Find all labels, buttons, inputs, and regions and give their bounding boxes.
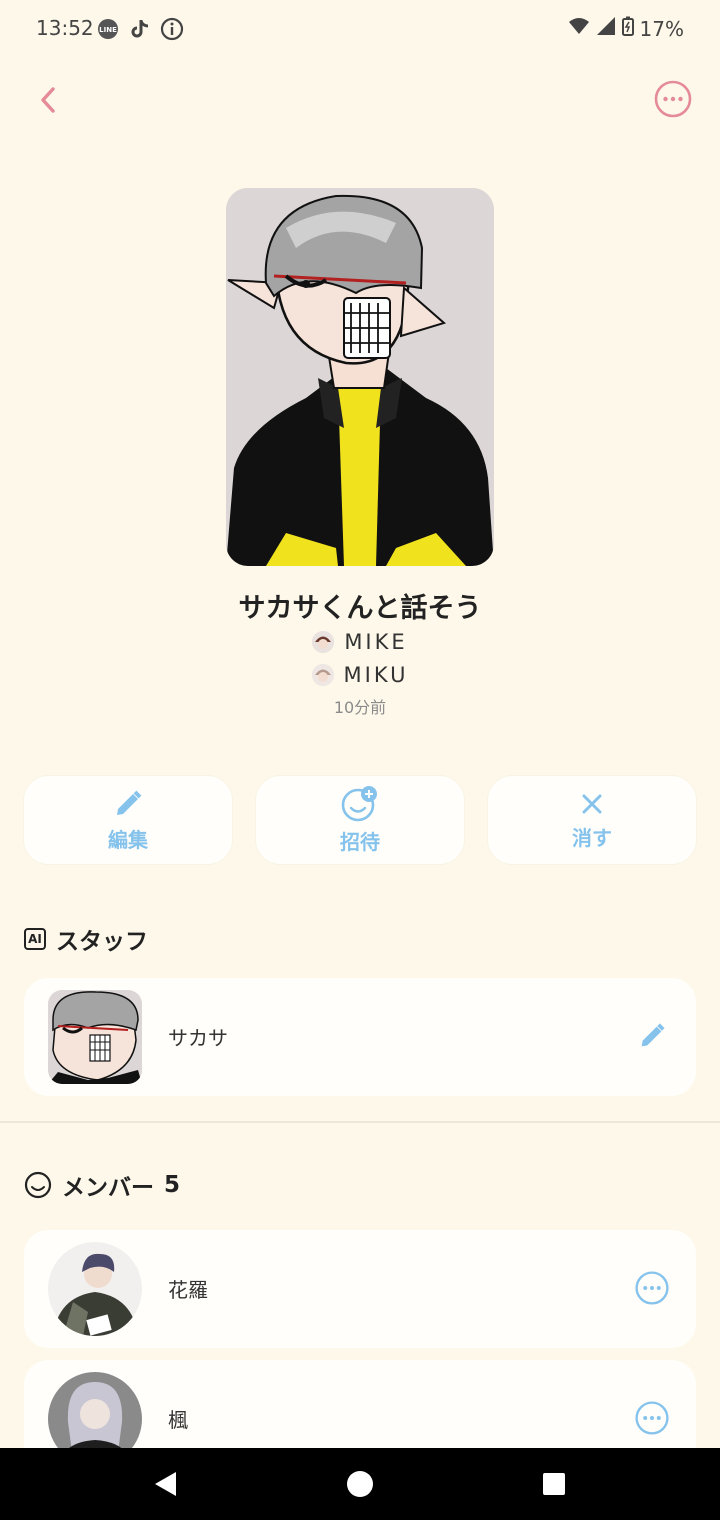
tiktok-icon bbox=[128, 17, 152, 41]
square-recents-icon bbox=[543, 1473, 565, 1495]
staff-section-heading: AI スタッフ bbox=[24, 922, 148, 956]
owner-row[interactable]: MIKE bbox=[0, 630, 720, 654]
owner-row[interactable]: MIKU bbox=[0, 663, 720, 687]
wifi-icon bbox=[568, 16, 590, 41]
system-status: 17% bbox=[568, 16, 684, 41]
status-bar: 13:52 LINE 17% bbox=[0, 0, 720, 60]
circle-home-icon bbox=[347, 1471, 373, 1497]
more-horizontal-icon bbox=[635, 1401, 669, 1435]
staff-name: サカサ bbox=[168, 1026, 228, 1050]
edit-staff-button[interactable] bbox=[632, 1016, 672, 1056]
more-horizontal-icon bbox=[635, 1271, 669, 1305]
info-icon bbox=[160, 17, 184, 41]
close-icon bbox=[582, 794, 602, 813]
chevron-left-icon bbox=[41, 87, 55, 113]
members-count: 5 bbox=[164, 1172, 181, 1198]
member-avatar bbox=[48, 1242, 142, 1336]
owner-avatar bbox=[311, 664, 334, 686]
member-card[interactable]: 花羅 bbox=[24, 1230, 696, 1348]
member-name: 楓 bbox=[168, 1408, 188, 1432]
delete-label: 消す bbox=[572, 825, 612, 850]
nav-recents-button[interactable] bbox=[538, 1468, 570, 1500]
invite-label: 招待 bbox=[340, 829, 380, 854]
back-button[interactable] bbox=[32, 82, 68, 118]
system-navigation-bar bbox=[0, 1448, 720, 1520]
more-horizontal-icon bbox=[654, 80, 692, 118]
battery-percent: 17% bbox=[639, 16, 684, 41]
signal-icon bbox=[596, 16, 616, 41]
edit-button[interactable]: 編集 bbox=[24, 776, 232, 864]
members-heading-label: メンバー bbox=[62, 1175, 154, 1201]
pencil-icon bbox=[641, 1023, 665, 1047]
smiley-plus-icon bbox=[341, 785, 377, 821]
member-name: 花羅 bbox=[168, 1278, 208, 1302]
delete-button[interactable]: 消す bbox=[488, 776, 696, 864]
staff-avatar bbox=[48, 990, 142, 1084]
room-title: サカサくんと話そう bbox=[238, 593, 482, 624]
section-divider bbox=[0, 1121, 720, 1123]
members-section-heading: メンバー 5 bbox=[24, 1168, 180, 1202]
triangle-back-icon bbox=[155, 1472, 176, 1496]
edit-label: 編集 bbox=[108, 827, 148, 852]
updated-time: 10分前 bbox=[333, 698, 387, 717]
staff-heading-label: スタッフ bbox=[56, 929, 148, 955]
member-more-button[interactable] bbox=[632, 1398, 672, 1438]
staff-card[interactable]: サカサ bbox=[24, 978, 696, 1096]
pencil-icon bbox=[117, 790, 142, 815]
smiley-icon bbox=[24, 1171, 52, 1199]
owner-name: MIKU bbox=[343, 663, 409, 687]
line-app-icon: LINE bbox=[96, 17, 120, 41]
room-menu-button[interactable] bbox=[652, 78, 694, 120]
status-time: 13:52 bbox=[36, 16, 94, 40]
notification-icons: LINE bbox=[96, 17, 184, 41]
nav-back-button[interactable] bbox=[150, 1468, 182, 1500]
invite-button[interactable]: 招待 bbox=[256, 776, 464, 864]
character-illustration bbox=[226, 188, 494, 566]
battery-icon bbox=[621, 16, 634, 41]
owner-avatar bbox=[312, 631, 335, 653]
owner-name: MIKE bbox=[344, 630, 408, 654]
ai-badge-icon: AI bbox=[24, 928, 46, 950]
svg-text:LINE: LINE bbox=[99, 26, 117, 34]
member-more-button[interactable] bbox=[632, 1268, 672, 1308]
room-cover-image bbox=[226, 188, 494, 566]
nav-home-button[interactable] bbox=[344, 1468, 376, 1500]
